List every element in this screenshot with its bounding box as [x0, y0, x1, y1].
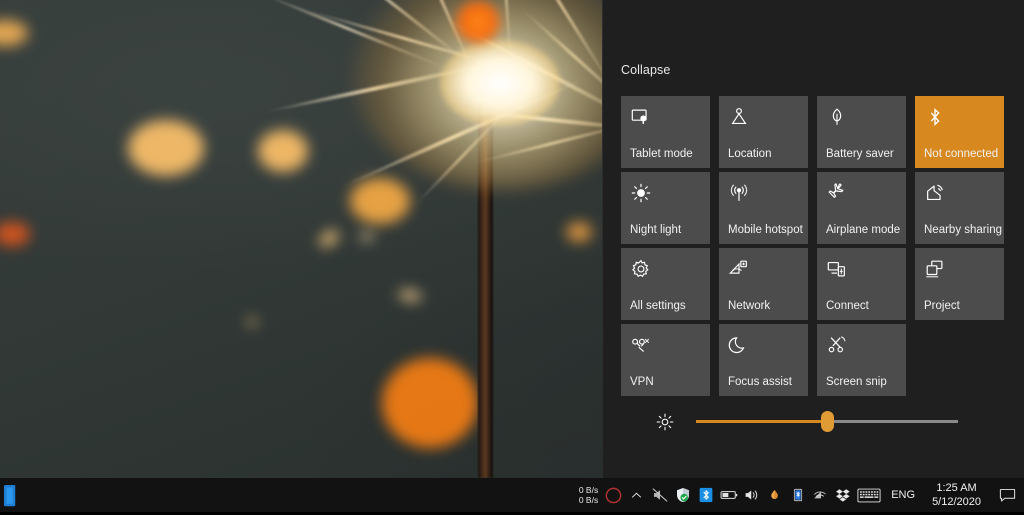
language-indicator[interactable]: ENG: [883, 489, 923, 501]
quick-action-screen-snip[interactable]: Screen snip: [817, 324, 906, 396]
bluetooth-icon: [924, 106, 946, 128]
quick-action-focus-assist[interactable]: Focus assist: [719, 324, 808, 396]
location-icon: [728, 106, 750, 128]
quick-action-label: Focus assist: [728, 376, 805, 389]
quick-action-nearby-sharing[interactable]: Nearby sharing: [915, 172, 1004, 244]
screen-snip-icon: [826, 334, 848, 356]
bokeh-orb: [246, 318, 258, 326]
tablet-mode-icon: [630, 106, 652, 128]
system-tray[interactable]: 0 B/s 0 B/s: [579, 478, 1024, 512]
volume-icon[interactable]: [740, 478, 763, 512]
droplet-icon[interactable]: [763, 478, 786, 512]
action-center-panel[interactable]: Collapse Tablet mode Location: [602, 0, 1024, 478]
speaker-muted-icon[interactable]: [648, 478, 671, 512]
quick-action-label: Tablet mode: [630, 148, 707, 161]
download-speed: 0 B/s: [579, 495, 598, 505]
bokeh-orb: [128, 120, 204, 176]
quick-action-label: Network: [728, 300, 805, 313]
quick-action-label: VPN: [630, 376, 707, 389]
nearby-sharing-icon: [924, 182, 946, 204]
quick-action-bluetooth[interactable]: Not connected: [915, 96, 1004, 168]
brightness-icon: [655, 412, 675, 432]
upload-speed: 0 B/s: [579, 485, 598, 495]
quick-action-tablet-mode[interactable]: Tablet mode: [621, 96, 710, 168]
spark-core: [440, 40, 560, 126]
brightness-slider[interactable]: [696, 420, 958, 423]
quick-action-label: Nearby sharing: [924, 224, 1001, 237]
quick-action-battery-saver[interactable]: Battery saver: [817, 96, 906, 168]
taskbar[interactable]: 0 B/s 0 B/s: [0, 478, 1024, 512]
quick-action-vpn[interactable]: VPN: [621, 324, 710, 396]
battery-icon[interactable]: [717, 478, 740, 512]
project-icon: [924, 258, 946, 280]
quick-action-night-light[interactable]: Night light: [621, 172, 710, 244]
network-wifi-icon: [728, 258, 750, 280]
quick-action-label: Night light: [630, 224, 707, 237]
wifi-icon[interactable]: [809, 478, 832, 512]
quick-action-airplane-mode[interactable]: Airplane mode: [817, 172, 906, 244]
bokeh-orb: [566, 222, 592, 242]
dropbox-icon[interactable]: [832, 478, 855, 512]
bluetooth-icon[interactable]: [694, 478, 717, 512]
bokeh-orb: [360, 232, 374, 241]
quick-action-network[interactable]: Network: [719, 248, 808, 320]
clock-time: 1:25 AM: [932, 481, 981, 495]
quick-action-label: Connect: [826, 300, 903, 313]
airplane-mode-icon: [826, 182, 848, 204]
quick-action-connect[interactable]: Connect: [817, 248, 906, 320]
show-hidden-icons-chevron[interactable]: [625, 478, 648, 512]
quick-action-label: All settings: [630, 300, 707, 313]
brightness-slider-thumb[interactable]: [821, 411, 834, 432]
battery-saver-icon: [826, 106, 848, 128]
spark-core-hot: [455, 0, 501, 44]
bokeh-orb: [382, 358, 478, 448]
start-button[interactable]: [0, 480, 24, 510]
mobile-hotspot-icon: [728, 182, 750, 204]
quick-action-mobile-hotspot[interactable]: Mobile hotspot: [719, 172, 808, 244]
clock[interactable]: 1:25 AM 5/12/2020: [923, 481, 990, 509]
quick-action-all-settings[interactable]: All settings: [621, 248, 710, 320]
clock-date: 5/12/2020: [932, 495, 981, 509]
quick-action-label: Screen snip: [826, 376, 903, 389]
bluetooth-battery-icon[interactable]: [786, 478, 809, 512]
touch-keyboard-icon[interactable]: [855, 478, 883, 512]
quick-action-label: Airplane mode: [826, 224, 903, 237]
quick-action-project[interactable]: Project: [915, 248, 1004, 320]
vpn-icon: [630, 334, 652, 356]
bokeh-orb: [258, 130, 308, 172]
quick-action-label: Mobile hotspot: [728, 224, 805, 237]
quick-action-location[interactable]: Location: [719, 96, 808, 168]
collapse-link[interactable]: Collapse: [621, 63, 670, 77]
brightness-slider-fill: [696, 420, 827, 423]
connect-icon: [826, 258, 848, 280]
gear-icon: [630, 258, 652, 280]
quick-action-label: Not connected: [924, 148, 1001, 161]
action-center-icon[interactable]: [990, 478, 1024, 512]
quick-action-label: Project: [924, 300, 1001, 313]
night-light-icon: [630, 182, 652, 204]
flux-icon[interactable]: [602, 478, 625, 512]
quick-action-label: Battery saver: [826, 148, 903, 161]
windows-defender-icon[interactable]: [671, 478, 694, 512]
moon-icon: [728, 334, 750, 356]
network-speed-meter[interactable]: 0 B/s 0 B/s: [579, 485, 602, 505]
quick-action-empty-slot: [915, 324, 1004, 396]
quick-actions-grid: Tablet mode Location Battery saver: [621, 96, 1009, 398]
quick-action-label: Location: [728, 148, 805, 161]
bokeh-orb: [350, 178, 410, 224]
brightness-control[interactable]: [621, 404, 1009, 440]
